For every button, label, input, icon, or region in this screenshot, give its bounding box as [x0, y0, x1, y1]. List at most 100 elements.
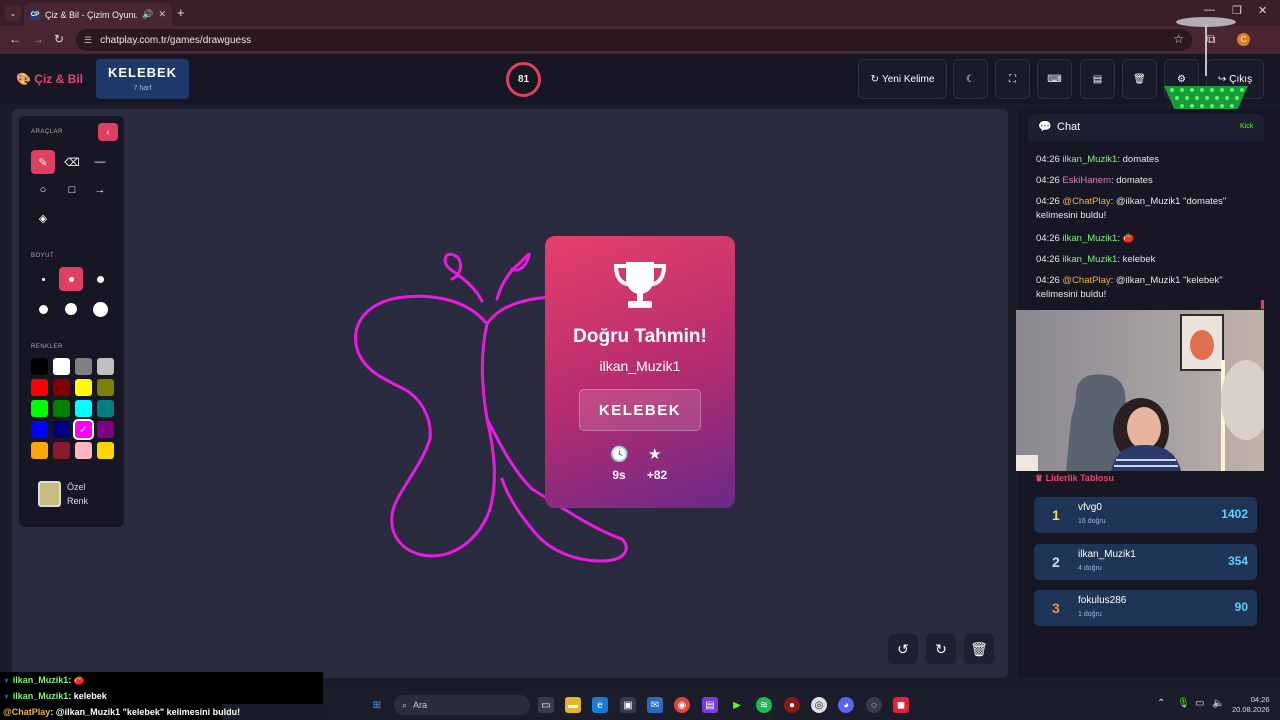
dark-mode-button[interactable]: ☾ [953, 59, 988, 99]
chat-scrollbar[interactable] [1261, 300, 1264, 309]
size-xxl[interactable] [88, 297, 112, 321]
undo-icon: ↺ [897, 640, 909, 657]
mail-icon[interactable]: ✉ [647, 697, 663, 713]
pen-tool[interactable]: ✎ [31, 150, 55, 174]
taskbar-clock[interactable]: 04:26 20.08.2026 [1232, 695, 1270, 715]
size-m[interactable] [88, 267, 112, 291]
delete-button[interactable]: 🗑 [1122, 59, 1157, 99]
drawing-canvas[interactable] [12, 109, 1008, 678]
audio-icon[interactable]: 🔊 [142, 9, 153, 20]
color-swatch[interactable] [75, 400, 92, 417]
custom-color-swatch[interactable] [38, 481, 61, 507]
chat-user[interactable]: EskiHanem [1062, 175, 1111, 186]
taskbar-search[interactable]: ⌕ Ara [394, 695, 530, 715]
overlay-text: : 🍅 [68, 674, 85, 685]
color-swatch[interactable] [97, 442, 114, 459]
archive-button[interactable]: ▤ [1080, 59, 1115, 99]
windows-start-icon[interactable]: ⊞ [369, 697, 385, 713]
arrow-icon: → [94, 184, 106, 196]
eraser-tool[interactable]: ⌫ [60, 150, 84, 174]
chat-user[interactable]: ilkan_Muzik1 [1062, 233, 1117, 244]
chat-user[interactable]: ilkan_Muzik1 [1062, 254, 1117, 265]
file-explorer-icon[interactable]: ▬ [565, 697, 581, 713]
chrome-icon[interactable]: ◉ [674, 697, 690, 713]
new-word-button[interactable]: ↻ Yeni Kelime [858, 59, 947, 99]
back-icon[interactable]: ← [9, 32, 21, 46]
new-tab-button[interactable]: + [177, 5, 185, 20]
color-swatch[interactable] [53, 358, 70, 375]
undo-button[interactable]: ↺ [888, 634, 918, 664]
color-swatch[interactable] [97, 421, 114, 438]
color-swatch[interactable] [31, 358, 48, 375]
custom-color-label[interactable]: Özel Renk [67, 480, 88, 508]
color-swatch[interactable] [97, 358, 114, 375]
size-xs[interactable] [31, 267, 55, 291]
color-swatch[interactable] [31, 400, 48, 417]
tab-search-icon[interactable]: ⌄ [5, 5, 21, 21]
color-swatch[interactable] [53, 379, 70, 396]
color-swatch[interactable] [53, 421, 70, 438]
chat-user[interactable]: @ChatPlay [1062, 196, 1110, 207]
size-s[interactable] [59, 267, 83, 291]
close-window-icon[interactable]: ✕ [1258, 4, 1267, 17]
color-swatch[interactable] [97, 379, 114, 396]
discord-icon[interactable]: ◕ [838, 697, 854, 713]
arrow-tool[interactable]: → [88, 178, 112, 202]
app-logo[interactable]: 🎨 Çiz & Bil [16, 72, 83, 86]
size-xl[interactable] [59, 297, 83, 321]
edge-icon[interactable]: e [592, 697, 608, 713]
color-swatch[interactable] [53, 400, 70, 417]
keyboard-button[interactable]: ⌨ [1037, 59, 1072, 99]
app-icon[interactable]: ▤ [702, 697, 718, 713]
leaderboard-title-text: Liderlik Tablosu [1045, 473, 1114, 483]
color-swatch[interactable] [75, 379, 92, 396]
color-swatch[interactable] [75, 358, 92, 375]
expand-icon: ⛶ [1009, 73, 1016, 85]
app-icon-3[interactable]: ◼ [893, 697, 909, 713]
reload-icon[interactable]: ↻ [54, 32, 64, 46]
redo-button[interactable]: ↻ [926, 634, 956, 664]
circle-tool[interactable]: ○ [31, 178, 55, 202]
app-icon-2[interactable]: ◌ [866, 697, 882, 713]
color-swatch[interactable]: ✓ [75, 421, 92, 438]
store-icon[interactable]: ▣ [620, 697, 636, 713]
star-icon: ★ [648, 446, 662, 463]
kick-icon[interactable]: ▶ [729, 697, 745, 713]
webcam-feed [1016, 310, 1264, 471]
color-swatch[interactable] [53, 442, 70, 459]
rectangle-tool[interactable]: □ [60, 178, 84, 202]
kick-badge: Kick [1240, 123, 1254, 130]
color-swatch[interactable] [31, 421, 48, 438]
app-header: 🎨 Çiz & Bil KELEBEK 7 harf 81 ↻ Yeni Keli… [0, 54, 1280, 104]
forward-icon[interactable]: → [32, 32, 44, 46]
tray-chevron-icon[interactable]: ⌃ [1157, 698, 1165, 709]
fill-tool[interactable]: ◈ [31, 206, 55, 230]
search-icon: ⌕ [402, 699, 408, 710]
color-swatch[interactable] [97, 400, 114, 417]
task-view-icon[interactable]: ▭ [538, 697, 554, 713]
chat-user[interactable]: @ChatPlay [1062, 275, 1110, 286]
line-tool[interactable]: — [88, 150, 112, 174]
obs-record-icon[interactable]: ● [784, 697, 800, 713]
clear-canvas-button[interactable]: 🗑 [964, 634, 994, 664]
size-l[interactable] [31, 297, 55, 321]
browser-tab[interactable]: CP Çiz & Bil - Çizim Oyunu 🔊 ✕ [24, 3, 172, 26]
chat-user[interactable]: ilkan_Muzik1 [1062, 154, 1117, 165]
volume-icon[interactable]: 🔈 [1212, 698, 1224, 709]
overlay-chat-line: ♆ ilkan_Muzik1 : 🍅 [0, 672, 323, 688]
color-swatch[interactable] [75, 442, 92, 459]
spotify-icon[interactable]: ≋ [756, 697, 772, 713]
leaderboard-row: 3 fokulus286 1 doğru 90 [1034, 590, 1257, 626]
url-input[interactable]: ☰ chatplay.com.tr/games/drawguess ☆ [76, 29, 1192, 51]
chat-title: Chat [1057, 121, 1081, 133]
fullscreen-button[interactable]: ⛶ [995, 59, 1030, 99]
collapse-panel-button[interactable]: ‹ [98, 123, 118, 141]
tab-close-icon[interactable]: ✕ [158, 9, 166, 20]
address-bar: ← → ↻ ☰ chatplay.com.tr/games/drawguess … [0, 26, 1280, 54]
color-swatch[interactable] [31, 379, 48, 396]
mic-icon[interactable]: 🎙 [1177, 698, 1190, 709]
network-icon[interactable]: ▭ [1195, 698, 1204, 709]
site-info-icon[interactable]: ☰ [84, 35, 92, 46]
obs-icon[interactable]: ◎ [811, 697, 827, 713]
color-swatch[interactable] [31, 442, 48, 459]
